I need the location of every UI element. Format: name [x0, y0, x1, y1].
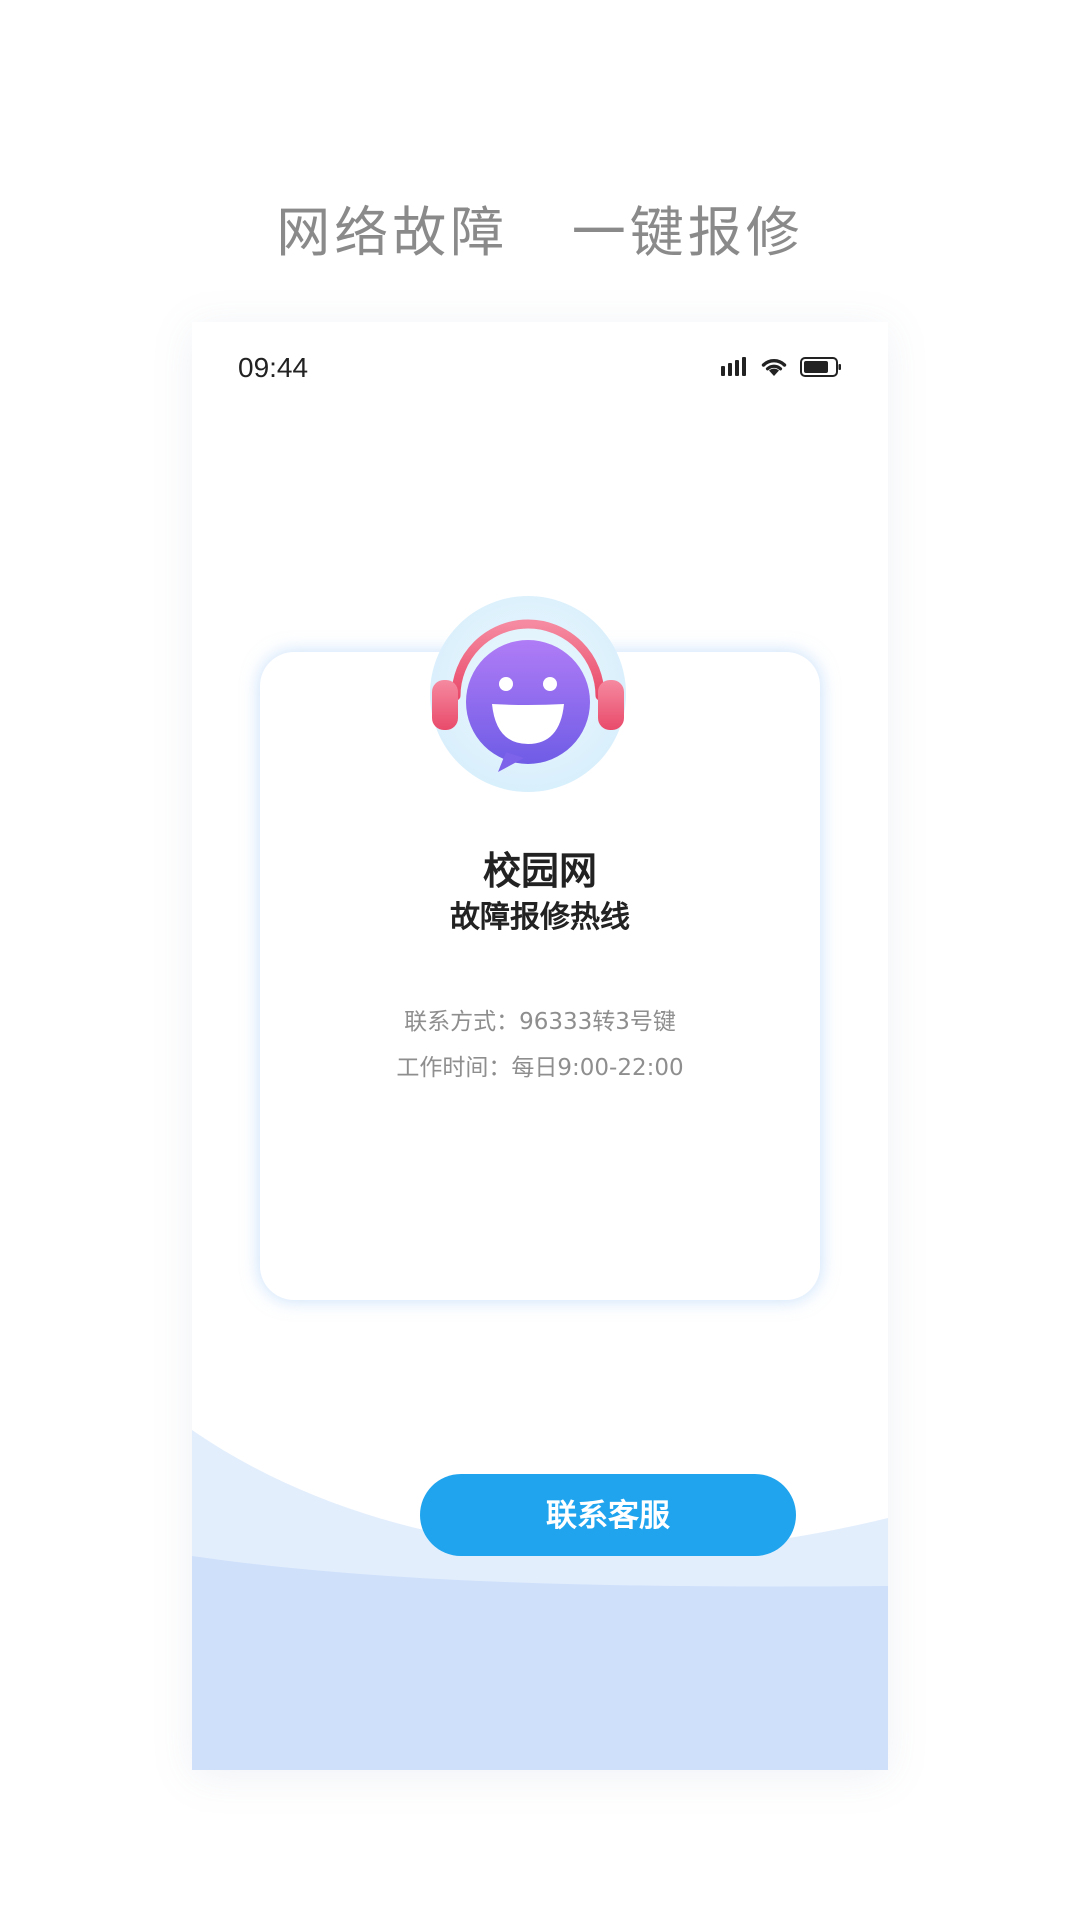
battery-icon	[800, 356, 842, 382]
status-icons	[720, 356, 842, 382]
status-time: 09:44	[238, 352, 309, 383]
page-headline: 网络故障 一键报修	[276, 201, 804, 264]
wifi-icon	[760, 356, 788, 382]
page: 网络故障 一键报修 09:44 校园网 故障报修热线 联系方式：96333转3号…	[0, 0, 1080, 1920]
contact-service-button[interactable]: 联系客服	[420, 1474, 796, 1556]
card-actions: 联系客服	[260, 652, 820, 1556]
signal-icon	[720, 357, 748, 381]
status-bar: 09:44	[192, 322, 888, 418]
phone-mockup: 09:44 校园网 故障报修热线 联系方式：96333转3号键 工作时间：每日9…	[192, 322, 888, 1770]
